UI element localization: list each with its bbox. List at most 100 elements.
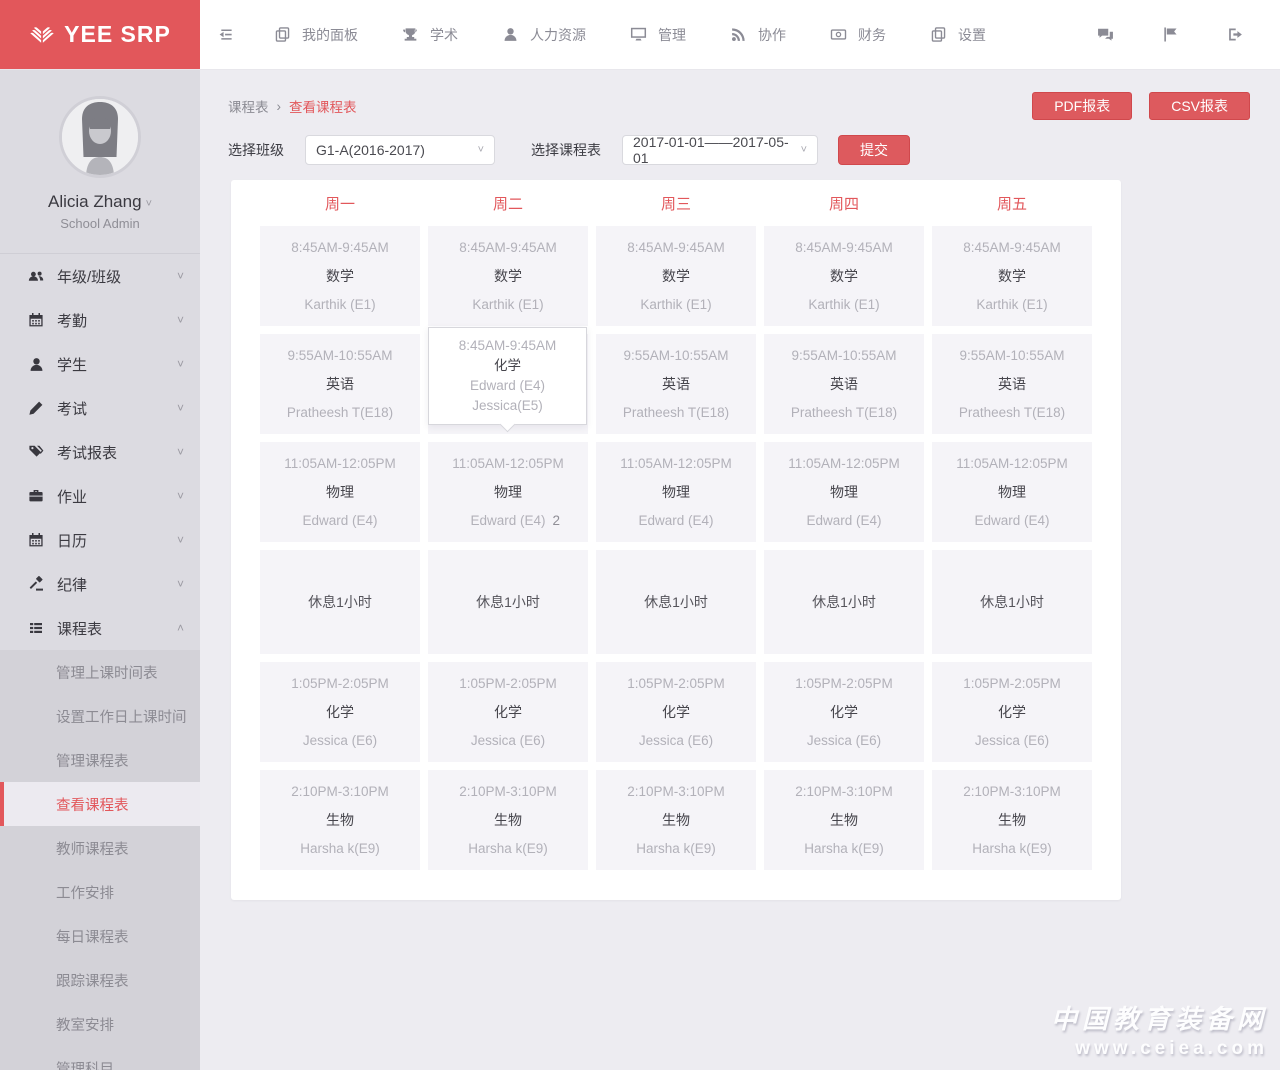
timetable-range-select[interactable]: 2017-01-01——2017-05-01 ˅	[622, 134, 818, 166]
submenu-item[interactable]: 跟踪课程表	[0, 958, 200, 1002]
chevron-down-icon: ˅	[145, 198, 152, 210]
nav-item-desktop[interactable]: 管理	[608, 0, 708, 69]
class-time: 11:05AM-12:05PM	[452, 456, 564, 471]
avatar[interactable]	[59, 96, 141, 178]
submenu-item[interactable]: 管理课程表	[0, 738, 200, 782]
class-cell[interactable]: 11:05AM-12:05PM 物理 Edward (E4)	[596, 442, 756, 542]
sidebar-item[interactable]: 年级/班级 ˅	[0, 254, 200, 298]
class-cell[interactable]: 2:10PM-3:10PM 生物 Harsha k(E9)	[596, 770, 756, 870]
class-teacher: Karthik (E1)	[640, 297, 712, 312]
class-cell[interactable]: 2:10PM-3:10PM 生物 Harsha k(E9)	[260, 770, 420, 870]
class-time: 11:05AM-12:05PM	[284, 456, 396, 471]
sidebar-item[interactable]: 学生 ˅	[0, 342, 200, 386]
nav-item-label: 财务	[858, 26, 886, 43]
nav-item-label: 我的面板	[302, 26, 358, 43]
sidebar-item-label: 年级/班级	[57, 268, 122, 286]
class-subject: 数学	[494, 268, 522, 284]
class-cell[interactable]: 2:10PM-3:10PM 生物 Harsha k(E9)	[764, 770, 924, 870]
class-teacher: Edward (E4)	[302, 513, 378, 528]
nav-item-rss[interactable]: 协作	[708, 0, 808, 69]
chevron-down-icon: ˅	[176, 489, 184, 503]
class-cell[interactable]: 2:10PM-3:10PM 生物 Harsha k(E9)	[932, 770, 1092, 870]
class-teacher: Pratheesh T(E18)	[622, 405, 730, 420]
submenu-item[interactable]: 教室安排	[0, 1002, 200, 1046]
class-cell[interactable]: 9:55AM-10:55AM 英语 Pratheesh T(E18)	[260, 334, 420, 434]
nav-item-label: 管理	[658, 26, 686, 43]
breadcrumb: 课程表 › 查看课程表	[228, 96, 357, 116]
submenu-item[interactable]: 每日课程表	[0, 914, 200, 958]
class-cell[interactable]: 8:45AM-9:45AM 数学 Karthik (E1)	[428, 226, 588, 326]
nav-item-money[interactable]: 财务	[808, 0, 908, 69]
class-cell[interactable]: 11:05AM-12:05PM 物理 Edward (E4)	[260, 442, 420, 542]
nav-item-label: 人力资源	[530, 26, 586, 43]
signout-button[interactable]	[1203, 26, 1268, 43]
nav-item-user[interactable]: 人力资源	[480, 0, 608, 69]
class-cell[interactable]: 8:45AM-9:45AM 数学 Karthik (E1)	[260, 226, 420, 326]
class-select[interactable]: G1-A(2016-2017) ˅	[305, 135, 495, 165]
breadcrumb-parent[interactable]: 课程表	[228, 96, 269, 116]
profile-name[interactable]: Alicia Zhang ˅	[0, 192, 200, 212]
sidebar-item-label: 作业	[57, 488, 88, 506]
class-teacher: Pratheesh T(E18)	[286, 405, 394, 420]
watermark-url: www.ceiea.com	[1075, 1038, 1268, 1059]
class-subject: 数学	[998, 268, 1026, 284]
class-cell[interactable]: 9:55AM-10:55AM 英语 Pratheesh T(E18)	[932, 334, 1092, 434]
class-cell[interactable]: 8:45AM-9:45AM 数学 Karthik (E1)	[764, 226, 924, 326]
submenu-item[interactable]: 设置工作日上课时间	[0, 694, 200, 738]
outdent-icon	[217, 27, 235, 42]
sidebar-item[interactable]: 考试报表 ˅	[0, 430, 200, 474]
class-cell[interactable]: 1:05PM-2:05PM 化学 Jessica (E6)	[260, 662, 420, 762]
class-cell[interactable]: 1:05PM-2:05PM 化学 Jessica (E6)	[932, 662, 1092, 762]
nav-item-copy[interactable]: 我的面板	[252, 0, 380, 69]
nav-item-label: 协作	[758, 26, 786, 43]
submenu-item[interactable]: 教师课程表	[0, 826, 200, 870]
class-subject: 化学	[494, 704, 522, 720]
class-cell[interactable]: 11:05AM-12:05PM 物理 Edward (E4)	[764, 442, 924, 542]
class-cell[interactable]: 11:05AM-12:05PM 物理 Edward (E4) 2	[428, 442, 588, 542]
class-cell[interactable]: 11:05AM-12:05PM 物理 Edward (E4)	[932, 442, 1092, 542]
class-subject: 生物	[662, 812, 690, 828]
teacher-count-badge: 2	[552, 513, 560, 528]
nav-item-trophy[interactable]: 学术	[380, 0, 480, 69]
class-cell[interactable]: 1:05PM-2:05PM 化学 Jessica (E6)	[428, 662, 588, 762]
sidebar-item-label: 日历	[57, 532, 88, 550]
sidebar-item[interactable]: 考试 ˅	[0, 386, 200, 430]
nav-item-copy[interactable]: 设置	[908, 0, 1008, 69]
class-time: 8:45AM-9:45AM	[459, 240, 557, 255]
class-teacher: Jessica (E6)	[638, 733, 714, 748]
comments-button[interactable]	[1073, 26, 1138, 43]
chevron-down-icon: ˅	[176, 533, 184, 547]
class-cell[interactable]: 8:45AM-9:45AM 数学 Karthik (E1)	[932, 226, 1092, 326]
sidebar-item[interactable]: 日历 ˅	[0, 518, 200, 562]
class-subject: 数学	[830, 268, 858, 284]
submenu-item[interactable]: 工作安排	[0, 870, 200, 914]
pdf-report-button[interactable]: PDF报表	[1032, 92, 1133, 120]
sidebar-item[interactable]: 课程表 ˄	[0, 606, 200, 650]
flag-button[interactable]	[1138, 26, 1203, 43]
class-cell[interactable]: 8:45AM-9:45AM 数学 Karthik (E1)	[596, 226, 756, 326]
class-subject: 英语	[998, 376, 1026, 392]
csv-report-button[interactable]: CSV报表	[1149, 92, 1250, 120]
class-cell[interactable]: 9:55AM-10:55AM 英语 Pratheesh T(E18)	[764, 334, 924, 434]
class-subject: 数学	[326, 268, 354, 284]
sidebar-item[interactable]: 考勤 ˅	[0, 298, 200, 342]
break-cell: 休息1小时	[596, 550, 756, 654]
timetable-grid: 周一 周二 周三 周四 周五 8:45AM-9:45AM 数学 Karthik (E1) 8:4…	[260, 188, 1092, 870]
submit-button[interactable]: 提交	[838, 135, 910, 165]
class-teacher: Edward (E4)	[638, 513, 714, 528]
class-cell[interactable]: 1:05PM-2:05PM 化学 Jessica (E6)	[764, 662, 924, 762]
sidebar-item[interactable]: 纪律 ˅	[0, 562, 200, 606]
submenu-item[interactable]: 管理上课时间表	[0, 650, 200, 694]
sidebar-item[interactable]: 作业 ˅	[0, 474, 200, 518]
class-subject: 物理	[326, 484, 354, 500]
class-cell[interactable]: 1:05PM-2:05PM 化学 Jessica (E6)	[596, 662, 756, 762]
brand-logo[interactable]: YEE SRP	[0, 0, 200, 69]
class-subject: 数学	[662, 268, 690, 284]
class-cell[interactable]: 9:55AM-10:55AM 英语 Pratheesh T(E18)	[596, 334, 756, 434]
sidebar-toggle-button[interactable]	[200, 0, 252, 69]
submenu-item[interactable]: 查看课程表	[0, 782, 200, 826]
submenu-item[interactable]: 管理科目	[0, 1046, 200, 1070]
break-cell: 休息1小时	[428, 550, 588, 654]
class-cell[interactable]: 2:10PM-3:10PM 生物 Harsha k(E9)	[428, 770, 588, 870]
desktop-icon	[630, 26, 647, 43]
